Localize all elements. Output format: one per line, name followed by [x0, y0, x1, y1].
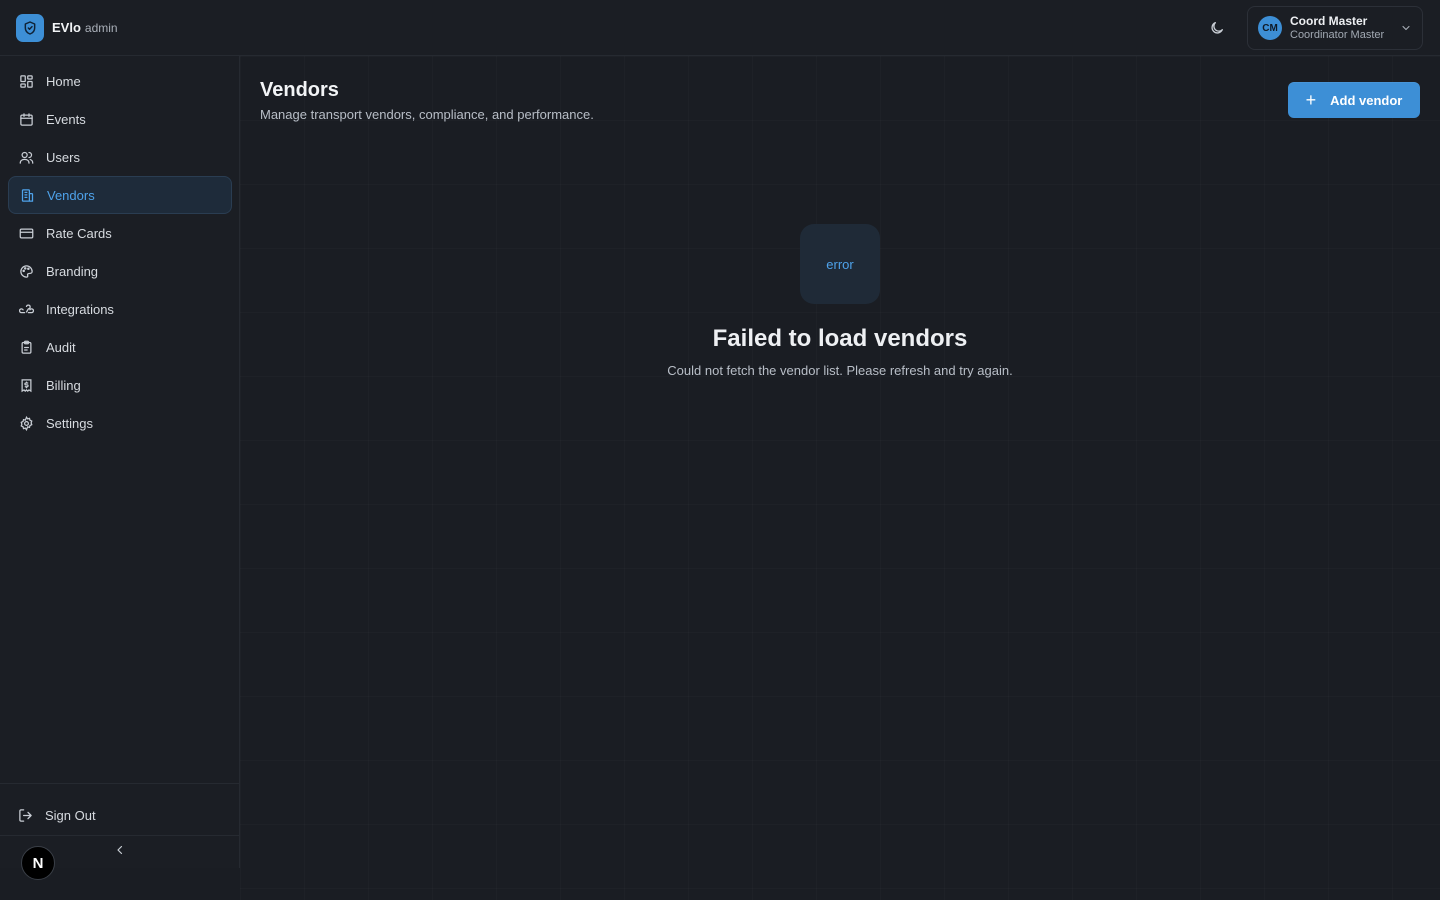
- sidebar-item-home[interactable]: Home: [8, 62, 232, 100]
- sign-out-label: Sign Out: [45, 807, 96, 823]
- user-menu[interactable]: CM Coord Master Coordinator Master: [1247, 6, 1423, 50]
- sidebar-item-audit[interactable]: Audit: [8, 328, 232, 366]
- users-icon: [18, 149, 34, 165]
- brand[interactable]: EVlo admin: [16, 13, 118, 42]
- receipt-icon: [18, 377, 34, 393]
- sidebar-item-integrations[interactable]: Integrations: [8, 290, 232, 328]
- sidebar-item-vendors[interactable]: Vendors: [8, 176, 232, 214]
- sidebar-footer: Sign Out: [0, 783, 240, 823]
- brand-name: EVlo: [52, 20, 81, 35]
- sidebar-item-users[interactable]: Users: [8, 138, 232, 176]
- main-content: Vendors Manage transport vendors, compli…: [240, 56, 1440, 900]
- clipboard-icon: [18, 339, 34, 355]
- page-title: Vendors: [260, 79, 339, 101]
- sidebar-item-billing[interactable]: Billing: [8, 366, 232, 404]
- chevron-down-icon: [1402, 25, 1410, 31]
- sidebar-item-label: Integrations: [46, 301, 114, 317]
- sidebar-item-label: Audit: [46, 339, 76, 355]
- sidebar-item-rate-cards[interactable]: Rate Cards: [8, 214, 232, 252]
- sidebar-item-label: Users: [46, 149, 80, 165]
- user-name: Coord Master: [1290, 13, 1368, 28]
- webhook-icon: [18, 301, 34, 317]
- sidebar-item-label: Rate Cards: [46, 225, 112, 241]
- avatar: CM: [1258, 16, 1282, 40]
- sidebar-item-branding[interactable]: Branding: [8, 252, 232, 290]
- moon-icon: [1211, 22, 1223, 34]
- add-vendor-button[interactable]: + Add vendor: [1288, 82, 1420, 118]
- top-bar: EVlo admin CM Coord Master Coordinator M…: [0, 0, 1440, 56]
- plus-icon: +: [1305, 90, 1317, 110]
- error-title: Failed to load vendors: [712, 325, 968, 352]
- brand-subtitle: admin: [84, 20, 118, 35]
- sidebar-item-label: Branding: [46, 263, 99, 279]
- logout-icon: [19, 808, 32, 822]
- sidebar-item-label: Vendors: [47, 187, 95, 203]
- user-role: Coordinator Master: [1290, 28, 1385, 41]
- building-icon: [19, 187, 35, 203]
- error-icon: error: [800, 224, 880, 304]
- error-description: Could not fetch the vendor list. Please …: [667, 363, 1013, 378]
- collapse-sidebar-button[interactable]: [112, 842, 128, 858]
- chevron-left-icon: [117, 845, 123, 855]
- page-subtitle: Manage transport vendors, compliance, an…: [260, 107, 594, 122]
- sidebar-item-events[interactable]: Events: [8, 100, 232, 138]
- theme-toggle-button[interactable]: [1204, 15, 1230, 41]
- sidebar-nav: Home Events Users Vendors Rate Cards Bra…: [0, 62, 240, 442]
- sidebar-item-label: Settings: [46, 415, 93, 431]
- add-vendor-label: Add vendor: [1330, 92, 1403, 108]
- calendar-icon: [18, 111, 34, 127]
- sidebar-item-label: Events: [46, 111, 86, 127]
- sidebar-item-settings[interactable]: Settings: [8, 404, 232, 442]
- sidebar-item-label: Billing: [46, 377, 81, 393]
- sign-out-button[interactable]: Sign Out: [8, 796, 232, 834]
- sidebar-item-label: Home: [46, 73, 81, 89]
- card-icon: [18, 225, 34, 241]
- shield-icon: [16, 13, 44, 42]
- gear-icon: [18, 415, 34, 431]
- sidebar: Home Events Users Vendors Rate Cards Bra…: [0, 56, 240, 868]
- grid-icon: [18, 73, 34, 89]
- palette-icon: [18, 263, 34, 279]
- next-dev-badge[interactable]: N: [21, 846, 55, 880]
